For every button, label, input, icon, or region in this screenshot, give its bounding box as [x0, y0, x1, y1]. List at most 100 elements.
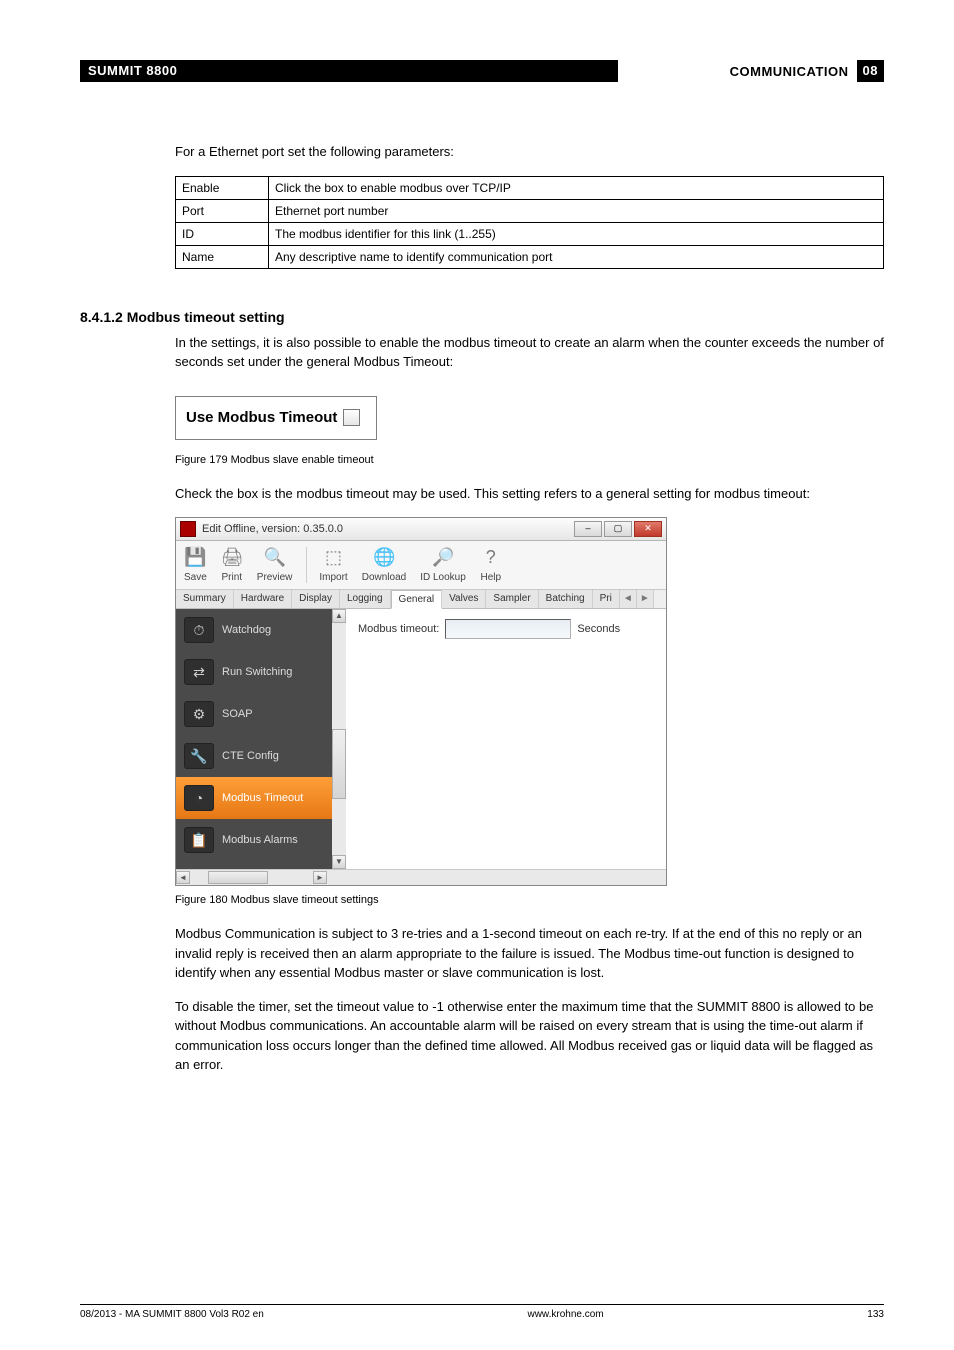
- param-key: Enable: [176, 176, 269, 199]
- nav-watchdog-icon: ⏱: [184, 617, 214, 643]
- toolbar: 💾 Save 🖨Print 🔍 Preview ⬚ Import 🌐 Download 🔎 ID L…: [176, 541, 666, 590]
- hscroll-thumb[interactable]: [208, 871, 268, 884]
- footer-left: 08/2013 - MA SUMMIT 8800 Vol3 R02 en: [80, 1309, 264, 1320]
- figure-179-caption: Figure 179 Modbus slave enable timeout: [175, 454, 884, 466]
- settings-pane: Modbus timeout: Seconds: [346, 609, 666, 869]
- tab-pri[interactable]: Pri: [593, 590, 620, 608]
- import-button[interactable]: ⬚ Import: [306, 547, 347, 583]
- import-icon: ⬚: [323, 547, 345, 569]
- save-button[interactable]: 💾 Save: [184, 547, 207, 583]
- page-footer: 08/2013 - MA SUMMIT 8800 Vol3 R02 en www…: [80, 1304, 884, 1320]
- save-icon: 💾: [184, 547, 206, 569]
- toolbar-label: Preview: [257, 572, 293, 583]
- window-title: Edit Offline, version: 0.35.0.0: [202, 523, 574, 535]
- table-row: PortEthernet port number: [176, 199, 884, 222]
- footer-right: 133: [867, 1309, 884, 1320]
- idlookup-icon: 🔎: [432, 547, 454, 569]
- toolbar-label: ID Lookup: [420, 572, 466, 583]
- param-value: Click the box to enable modbus over TCP/…: [269, 176, 884, 199]
- toolbar-label: Print: [222, 572, 243, 583]
- window-close-button[interactable]: ✕: [634, 521, 662, 537]
- idlookup-button[interactable]: 🔎 ID Lookup: [420, 547, 466, 583]
- param-key: ID: [176, 222, 269, 245]
- tab-hardware[interactable]: Hardware: [234, 590, 292, 608]
- nav-label: Run Switching: [222, 666, 292, 678]
- header-section: COMMUNICATION: [730, 64, 849, 79]
- parameters-table: EnableClick the box to enable modbus ove…: [175, 176, 884, 269]
- scroll-down-icon[interactable]: ▼: [332, 855, 346, 869]
- nav-label: CTE Config: [222, 750, 279, 762]
- use-modbus-timeout-label: Use Modbus Timeout: [186, 409, 337, 426]
- figure-180-caption: Figure 180 Modbus slave timeout settings: [175, 894, 884, 906]
- tab-logging[interactable]: Logging: [340, 590, 391, 608]
- app-icon: [180, 521, 196, 537]
- modbus-timeout-unit: Seconds: [577, 623, 620, 635]
- nav-label: SOAP: [222, 708, 253, 720]
- toolbar-label: Download: [362, 572, 406, 583]
- nav-runswitching-icon: ⇄: [184, 659, 214, 685]
- table-row: IDThe modbus identifier for this link (1…: [176, 222, 884, 245]
- download-icon: 🌐: [373, 547, 395, 569]
- param-value: Ethernet port number: [269, 199, 884, 222]
- preview-icon: 🔍: [264, 547, 286, 569]
- hscroll-right-icon[interactable]: ►: [313, 871, 327, 884]
- tab-scroll-right-icon[interactable]: ►: [637, 590, 654, 608]
- scroll-up-icon[interactable]: ▲: [332, 609, 346, 623]
- preview-button[interactable]: 🔍 Preview: [257, 547, 293, 583]
- scroll-thumb[interactable]: [332, 729, 346, 799]
- nav-modbusalarms-icon: 📋: [184, 827, 214, 853]
- nav-label: Watchdog: [222, 624, 271, 636]
- nav-runswitching[interactable]: ⇄ Run Switching: [176, 651, 332, 693]
- nav-modbustimeout[interactable]: ◔ Modbus Timeout: [176, 777, 332, 819]
- tab-valves[interactable]: Valves: [442, 590, 486, 608]
- download-button[interactable]: 🌐 Download: [362, 547, 406, 583]
- tab-scroll-left-icon[interactable]: ◄: [620, 590, 637, 608]
- nav-cteconfig[interactable]: 🔧CTE Config: [176, 735, 332, 777]
- toolbar-label: Save: [184, 572, 207, 583]
- paragraph-3: Modbus Communication is subject to 3 re-…: [175, 924, 884, 983]
- nav-modbustimeout-icon: ◔: [184, 785, 214, 811]
- horizontal-scrollbar: ◄ ►: [176, 869, 666, 885]
- help-icon: ?: [480, 547, 502, 569]
- left-nav: ⏱Watchdog⇄Run Switching⚙SOAP🔧CTE Config◔…: [176, 609, 346, 869]
- tab-display[interactable]: Display: [292, 590, 340, 608]
- window-minimize-button[interactable]: –: [574, 521, 602, 537]
- paragraph-1: In the settings, it is also possible to …: [175, 333, 884, 372]
- help-button[interactable]: ? Help: [480, 547, 502, 583]
- intro-text: For a Ethernet port set the following pa…: [175, 142, 884, 162]
- paragraph-2: Check the box is the modbus timeout may …: [175, 484, 884, 504]
- nav-label: Modbus Alarms: [222, 834, 298, 846]
- header-product: SUMMIT 8800: [80, 60, 618, 82]
- nav-label: Modbus Timeout: [222, 792, 303, 804]
- content-area: ⏱Watchdog⇄Run Switching⚙SOAP🔧CTE Config◔…: [176, 609, 666, 869]
- window-titlebar: Edit Offline, version: 0.35.0.0 – ▢ ✕: [176, 518, 666, 541]
- nav-soap-icon: ⚙: [184, 701, 214, 727]
- param-value: The modbus identifier for this link (1..…: [269, 222, 884, 245]
- tab-summary[interactable]: Summary: [176, 590, 234, 608]
- toolbar-label: Help: [481, 572, 502, 583]
- tab-batching[interactable]: Batching: [539, 590, 593, 608]
- nav-watchdog[interactable]: ⏱ Watchdog: [176, 609, 332, 651]
- nav-soap[interactable]: ⚙ SOAP: [176, 693, 332, 735]
- table-row: EnableClick the box to enable modbus ove…: [176, 176, 884, 199]
- modbus-timeout-label: Modbus timeout:: [358, 623, 439, 635]
- tab-sampler[interactable]: Sampler: [486, 590, 538, 608]
- toolbar-label: Import: [319, 572, 347, 583]
- modbus-timeout-input[interactable]: [445, 619, 571, 639]
- window-maximize-button[interactable]: ▢: [604, 521, 632, 537]
- param-value: Any descriptive name to identify communi…: [269, 245, 884, 268]
- hscroll-left-icon[interactable]: ◄: [176, 871, 190, 884]
- table-row: NameAny descriptive name to identify com…: [176, 245, 884, 268]
- header-chapter: 08: [857, 60, 884, 82]
- settings-window: Edit Offline, version: 0.35.0.0 – ▢ ✕ 💾 S…: [175, 517, 667, 886]
- figure-179: Use Modbus Timeout: [175, 396, 377, 440]
- param-key: Port: [176, 199, 269, 222]
- nav-modbusalarms[interactable]: 📋 Modbus Alarms: [176, 819, 332, 861]
- print-button[interactable]: 🖨Print: [221, 547, 243, 583]
- footer-center: www.krohne.com: [527, 1309, 603, 1320]
- header-section-wrap: COMMUNICATION 08: [618, 60, 884, 82]
- tab-general[interactable]: General: [391, 590, 443, 609]
- use-modbus-timeout-checkbox[interactable]: [343, 409, 360, 426]
- page-header: SUMMIT 8800 COMMUNICATION 08: [80, 60, 884, 82]
- paragraph-4: To disable the timer, set the timeout va…: [175, 997, 884, 1075]
